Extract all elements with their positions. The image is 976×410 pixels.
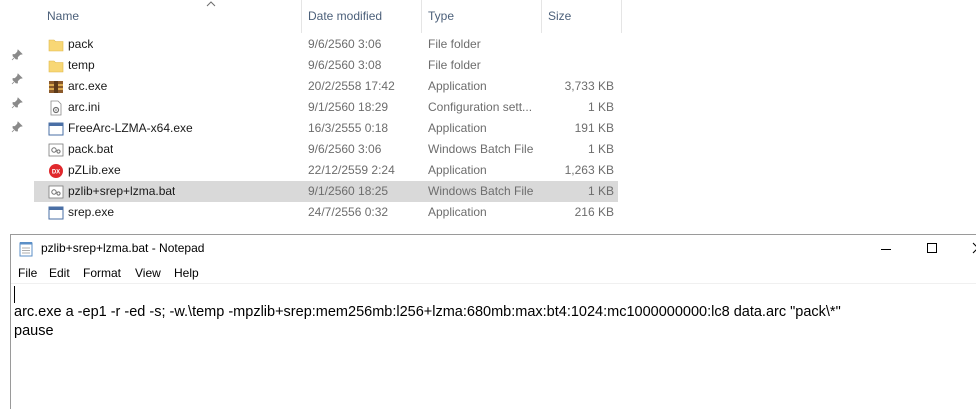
column-date-modified[interactable]: Date modified <box>302 0 422 33</box>
file-type: Application <box>428 121 487 135</box>
file-date: 9/6/2560 3:06 <box>308 142 382 156</box>
svg-text:DX: DX <box>52 170 60 176</box>
batch-file-icon <box>48 143 64 157</box>
file-date: 20/2/2558 17:42 <box>308 79 395 93</box>
archive-app-icon <box>49 81 63 93</box>
menu-file[interactable]: File <box>18 263 37 283</box>
file-type: Application <box>428 205 487 219</box>
minimize-icon <box>881 249 891 250</box>
file-size: 1 KB <box>587 142 614 156</box>
file-size: 1 KB <box>587 100 614 114</box>
text-editor[interactable]: arc.exe a -ep1 -r -ed -s; -w.\temp -mpzl… <box>11 283 976 410</box>
file-row-srep-exe[interactable]: srep.exe 24/7/2556 0:32 Application 216 … <box>34 202 976 223</box>
column-size[interactable]: Size <box>542 0 622 33</box>
menu-help[interactable]: Help <box>174 263 199 283</box>
file-name: pack <box>68 37 94 51</box>
file-date: 9/1/2560 18:25 <box>308 184 389 198</box>
file-type: File folder <box>428 58 481 72</box>
column-size-label: Size <box>548 9 572 23</box>
column-header: Name Date modified Type Size <box>34 0 976 33</box>
file-type: Application <box>428 79 487 93</box>
minimize-button[interactable] <box>863 235 909 263</box>
sort-ascending-icon <box>206 1 216 7</box>
file-row-temp[interactable]: temp 9/6/2560 3:08 File folder <box>34 55 976 76</box>
file-name: pack.bat <box>68 142 114 156</box>
file-type: Configuration sett... <box>428 100 533 114</box>
quick-access-pins <box>0 0 34 234</box>
close-icon <box>972 242 976 254</box>
file-size <box>542 55 614 76</box>
pzlib-app-icon: DX <box>49 164 63 178</box>
column-name[interactable]: Name <box>41 0 302 33</box>
file-date: 9/1/2560 18:29 <box>308 100 389 114</box>
file-explorer: Name Date modified Type Size pack 9/6/25… <box>0 0 976 234</box>
file-size: 191 KB <box>574 121 614 135</box>
column-type[interactable]: Type <box>422 0 542 33</box>
file-type: Windows Batch File <box>428 184 534 198</box>
file-name: arc.exe <box>68 79 108 93</box>
file-row-pzlib-exe[interactable]: DX pZLib.exe 22/12/2559 2:24 Application… <box>34 160 976 181</box>
menu-view[interactable]: View <box>135 263 161 283</box>
editor-line-2: arc.exe a -ep1 -r -ed -s; -w.\temp -mpzl… <box>14 304 841 320</box>
maximize-icon <box>927 243 937 253</box>
file-type: Windows Batch File <box>428 142 534 156</box>
menu-format[interactable]: Format <box>83 263 121 283</box>
column-name-label: Name <box>47 9 80 23</box>
file-row-arc-ini[interactable]: arc.ini 9/1/2560 18:29 Configuration set… <box>34 97 976 118</box>
file-name: pzlib+srep+lzma.bat <box>68 184 176 198</box>
window-title: pzlib+srep+lzma.bat - Notepad <box>41 241 205 255</box>
file-row-freearc-exe[interactable]: FreeArc-LZMA-x64.exe 16/3/2555 0:18 Appl… <box>34 118 976 139</box>
file-date: 22/12/2559 2:24 <box>308 163 395 177</box>
application-icon <box>48 122 64 136</box>
close-button[interactable] <box>955 235 976 263</box>
file-size: 1 KB <box>587 184 614 198</box>
notepad-icon <box>19 242 33 257</box>
file-size: 216 KB <box>574 205 614 219</box>
file-name: temp <box>68 58 95 72</box>
file-name: arc.ini <box>68 100 101 114</box>
file-list: pack 9/6/2560 3:06 File folder temp 9/6/… <box>34 34 976 223</box>
file-row-pack-bat[interactable]: pack.bat 9/6/2560 3:06 Windows Batch Fil… <box>34 139 976 160</box>
file-row-arc-exe[interactable]: arc.exe 20/2/2558 17:42 Application 3,73… <box>34 76 976 97</box>
file-date: 9/6/2560 3:08 <box>308 58 382 72</box>
file-date: 16/3/2555 0:18 <box>308 121 389 135</box>
folder-icon <box>48 60 64 73</box>
file-row-pack[interactable]: pack 9/6/2560 3:06 File folder <box>34 34 976 55</box>
column-date-label: Date modified <box>308 9 383 23</box>
file-name: FreeArc-LZMA-x64.exe <box>68 121 193 135</box>
notepad-menubar: File Edit Format View Help <box>11 263 976 283</box>
file-row-pzlib-srep-lzma-bat[interactable]: pzlib+srep+lzma.bat 9/1/2560 18:25 Windo… <box>34 181 618 202</box>
pin-icon[interactable] <box>11 97 23 109</box>
notepad-window: pzlib+srep+lzma.bat - Notepad File Edit … <box>10 234 976 409</box>
pin-icon[interactable] <box>11 49 23 61</box>
config-file-icon <box>50 100 62 116</box>
notepad-titlebar[interactable]: pzlib+srep+lzma.bat - Notepad <box>11 235 976 263</box>
maximize-button[interactable] <box>909 235 955 263</box>
file-name: srep.exe <box>68 205 115 219</box>
batch-file-icon <box>48 185 64 199</box>
file-size: 3,733 KB <box>564 79 614 93</box>
file-type: File folder <box>428 37 481 51</box>
file-date: 24/7/2556 0:32 <box>308 205 389 219</box>
folder-icon <box>48 39 64 52</box>
column-type-label: Type <box>428 9 455 23</box>
file-size: 1,263 KB <box>564 163 614 177</box>
application-icon <box>48 206 64 220</box>
pin-icon[interactable] <box>11 121 23 133</box>
file-name: pZLib.exe <box>68 163 121 177</box>
menu-edit[interactable]: Edit <box>49 263 70 283</box>
pin-icon[interactable] <box>11 73 23 85</box>
editor-line-3: pause <box>14 323 54 339</box>
file-type: Application <box>428 163 487 177</box>
file-size <box>542 34 614 55</box>
file-date: 9/6/2560 3:06 <box>308 37 382 51</box>
text-caret <box>14 286 15 303</box>
